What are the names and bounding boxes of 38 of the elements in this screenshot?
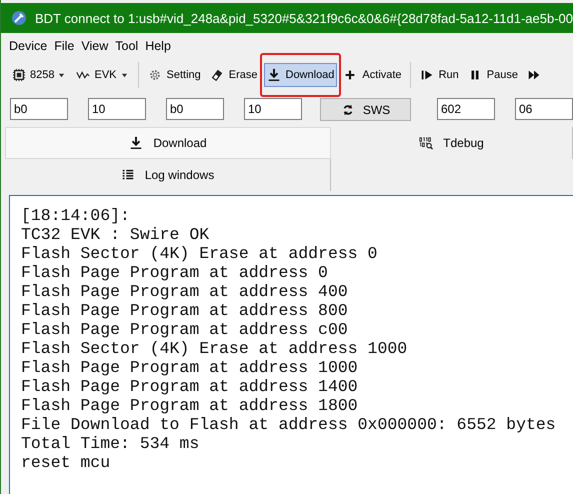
log-line: Flash Page Program at address 1400: [21, 377, 358, 396]
window-title: BDT connect to 1:usb#vid_248a&pid_5320#5&321f9c6c&0&6#{28d78fad-5a12-11d1-ae5b-00: [35, 10, 573, 26]
dropdown[interactable]: EVK: [73, 63, 130, 87]
dropdown[interactable]: 8258: [9, 63, 68, 87]
log-line: TC32 EVK : Swire OK: [21, 225, 210, 244]
log-line: File Download to Flash at address 0x000000: 6552 bytes: [21, 415, 556, 434]
tab[interactable]: Download: [5, 127, 331, 159]
toolbar-button[interactable]: Setting: [144, 63, 204, 87]
log-line: Flash Page Program at address 1800: [21, 396, 358, 415]
input-field[interactable]: b0: [10, 98, 68, 120]
log-line: [18:14:06]:: [21, 206, 130, 225]
tab[interactable]: Tdebug: [331, 127, 573, 159]
log-line: Flash Page Program at address 800: [21, 301, 348, 320]
input-field[interactable]: b0: [166, 98, 224, 120]
input-field[interactable]: 10: [88, 98, 146, 120]
toolbar-button[interactable]: Pause: [464, 63, 521, 87]
input-field[interactable]: 06: [515, 98, 573, 120]
log-line: Flash Page Program at address c00: [21, 320, 348, 339]
log-line: Flash Sector (4K) Erase at address 0: [21, 244, 378, 263]
menu-item[interactable]: File: [54, 39, 74, 59]
tab[interactable]: Log windows: [5, 159, 331, 191]
input-field[interactable]: 602: [437, 98, 495, 120]
log-line: Flash Page Program at address 1000: [21, 358, 358, 377]
toolbar-button[interactable]: Download: [264, 63, 338, 87]
log-line: Flash Page Program at address 400: [21, 282, 348, 301]
log-line: Total Time: 534 ms: [21, 434, 200, 453]
log-line: Flash Sector (4K) Erase at address 1000: [21, 339, 408, 358]
menu-item[interactable]: View: [81, 39, 108, 59]
menu-item[interactable]: Help: [145, 39, 171, 59]
menu-item[interactable]: Tool: [115, 39, 138, 59]
input-field[interactable]: 10: [244, 98, 302, 120]
toolbar-button[interactable]: Erase: [206, 63, 260, 87]
toolbar-button[interactable]: Run: [416, 63, 462, 87]
log-line: Flash Page Program at address 0: [21, 263, 328, 282]
sws-button[interactable]: SWS: [320, 98, 411, 121]
log-line: reset mcu: [21, 453, 110, 472]
toolbar-button[interactable]: Activate: [340, 63, 405, 87]
menu-item[interactable]: Device: [9, 39, 48, 59]
